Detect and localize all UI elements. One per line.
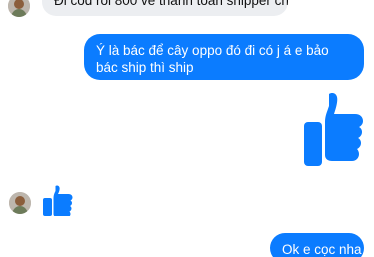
incoming-message-text: Đi cod rồi 800 về thanh toán shipper chứ [54,0,288,8]
thumbs-up-icon[interactable] [302,88,366,168]
incoming-message[interactable]: Đi cod rồi 800 về thanh toán shipper chứ [42,0,288,16]
contact-avatar[interactable] [9,192,31,214]
outgoing-message-text: Ok e cọc nha [282,242,362,257]
outgoing-message[interactable]: Ok e cọc nha [270,233,364,257]
thumbs-up-icon[interactable] [42,184,74,216]
conversation-thread: Đi cod rồi 800 về thanh toán shipper chứ… [0,0,374,257]
outgoing-message[interactable]: Ý là bác để cây oppo đó đi có j á e bảo … [84,34,364,80]
contact-avatar[interactable] [8,0,30,17]
outgoing-message-text: Ý là bác để cây oppo đó đi có j á e bảo … [96,43,329,75]
